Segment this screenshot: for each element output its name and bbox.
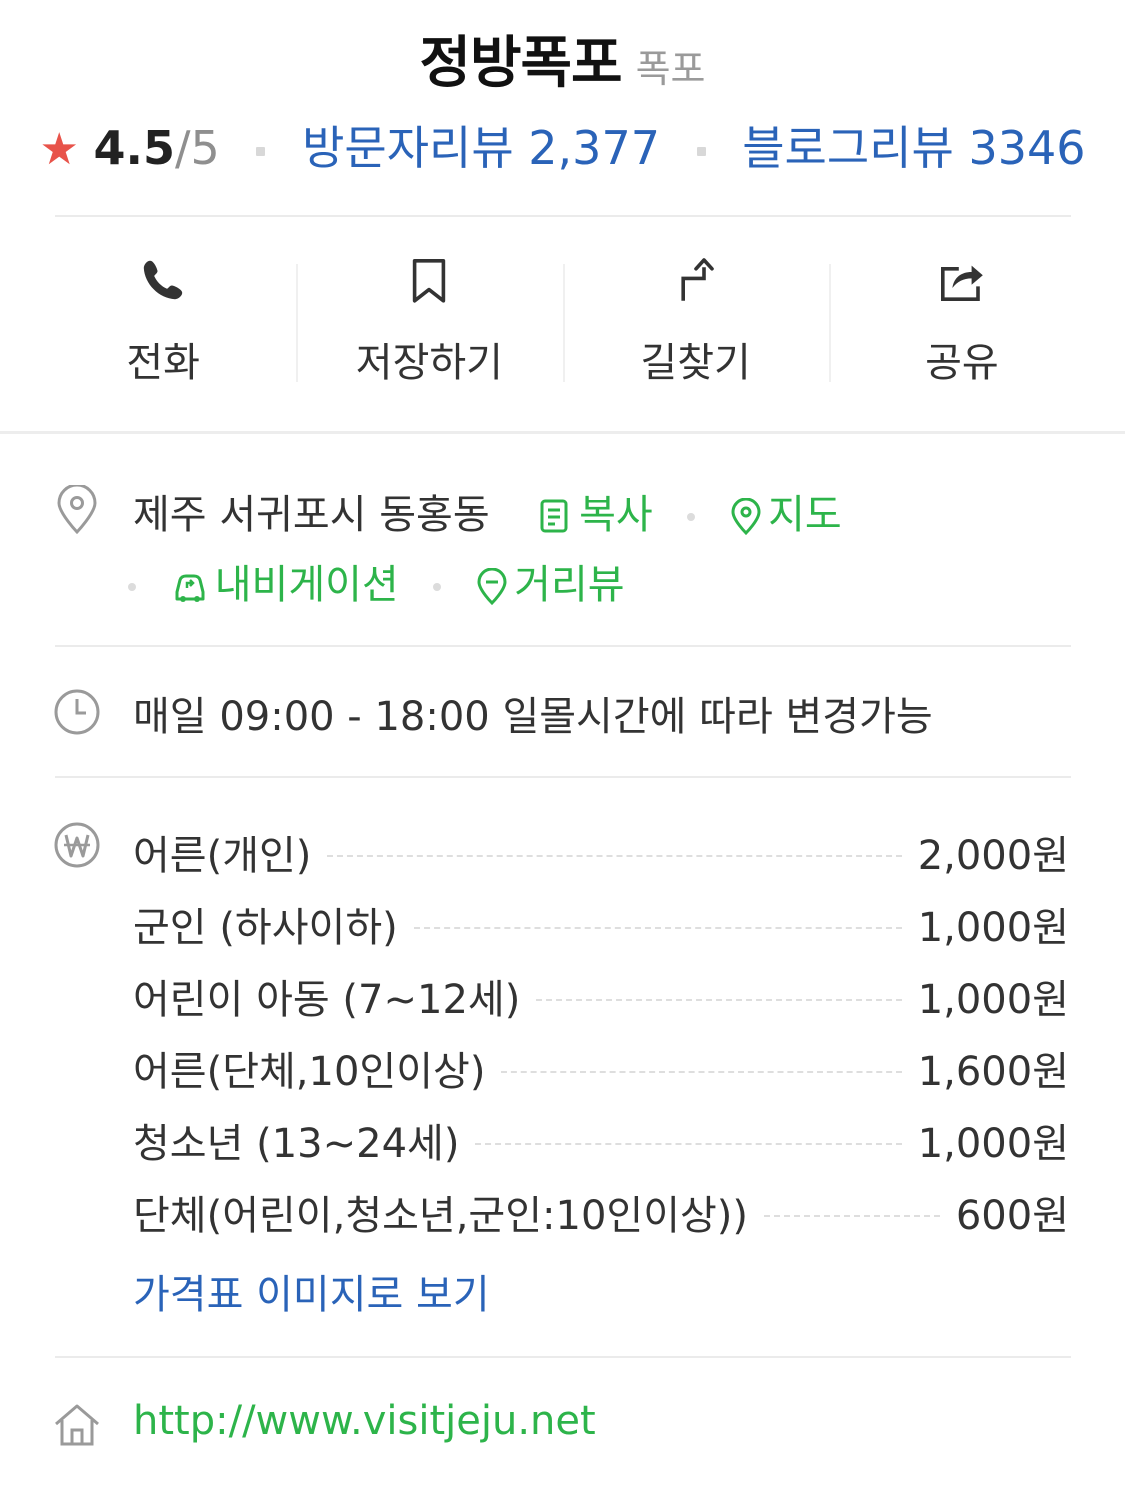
home-icon bbox=[55, 1404, 99, 1446]
blog-reviews-link[interactable]: 블로그리뷰 3346 bbox=[742, 121, 1085, 175]
separator-dot bbox=[433, 583, 442, 591]
price-row: 어른(단체,10인이상) 1,600원 bbox=[133, 1032, 1069, 1104]
dotted-leader bbox=[501, 1071, 902, 1073]
copy-icon bbox=[540, 499, 568, 533]
section-divider bbox=[0, 431, 1125, 434]
directions-button[interactable]: 길찾기 bbox=[562, 248, 829, 388]
street-view-label: 거리뷰 bbox=[514, 562, 625, 608]
map-label: 지도 bbox=[768, 492, 842, 538]
action-label: 저장하기 bbox=[355, 340, 503, 386]
car-icon bbox=[175, 574, 205, 602]
price-value: 2,000원 bbox=[917, 833, 1069, 879]
price-row: 단체(어린이,청소년,군인:10인이상)) 600원 bbox=[133, 1176, 1069, 1248]
price-name: 어른(단체,10인이상) bbox=[133, 1049, 486, 1095]
place-title: 정방폭포 bbox=[419, 31, 622, 96]
separator-dot bbox=[696, 147, 706, 156]
navigation-button[interactable]: 내비게이션 bbox=[171, 562, 412, 608]
price-name: 청소년 (13~24세) bbox=[133, 1121, 460, 1167]
price-row: 청소년 (13~24세) 1,000원 bbox=[133, 1104, 1069, 1176]
map-button[interactable]: 지도 bbox=[730, 492, 842, 538]
action-label: 길찾기 bbox=[640, 340, 751, 386]
price-name: 어린이 아동 (7~12세) bbox=[133, 977, 521, 1023]
price-value: 1,000원 bbox=[917, 977, 1069, 1023]
address-links-line: 내비게이션 거리뷰 bbox=[128, 552, 625, 610]
dotted-leader bbox=[764, 1215, 940, 1217]
phone-icon bbox=[143, 260, 183, 300]
street-view-button[interactable]: 거리뷰 bbox=[476, 562, 625, 608]
price-name: 단체(어린이,청소년,군인:10인이상)) bbox=[133, 1193, 749, 1239]
price-value: 600원 bbox=[955, 1193, 1069, 1239]
won-currency-icon bbox=[54, 822, 100, 868]
action-label: 전화 bbox=[126, 340, 200, 386]
separator-dot bbox=[256, 147, 266, 156]
dotted-leader bbox=[475, 1143, 902, 1145]
address-row: 제주 서귀포시 동홍동 복사 지도 내비게이션 거리뷰 bbox=[0, 480, 1125, 620]
price-name: 어른(개인) bbox=[133, 833, 312, 879]
hours-row: 매일 09:00 - 18:00 일몰시간에 따라 변경가능 bbox=[0, 680, 1125, 750]
directions-icon bbox=[681, 258, 714, 301]
address-text: 제주 서귀포시 동홍동 bbox=[133, 492, 490, 538]
dotted-leader bbox=[413, 927, 902, 929]
visitor-reviews-link[interactable]: 방문자리뷰 2,377 bbox=[302, 121, 660, 175]
rating-max: /5 bbox=[175, 121, 220, 175]
title-row: 정방폭포 폭포 bbox=[0, 18, 1125, 99]
price-image-link[interactable]: 가격표 이미지로 보기 bbox=[133, 1262, 490, 1320]
save-button[interactable]: 저장하기 bbox=[296, 248, 562, 388]
address-line: 제주 서귀포시 동홍동 복사 지도 bbox=[133, 482, 842, 540]
rating-row: ★ 4.5/5 방문자리뷰 2,377 블로그리뷰 3346 bbox=[0, 112, 1125, 178]
clock-icon bbox=[54, 689, 100, 735]
share-button[interactable]: 공유 bbox=[828, 248, 1095, 388]
divider bbox=[55, 215, 1071, 217]
separator-dot bbox=[128, 583, 136, 591]
location-pin-icon bbox=[57, 485, 97, 535]
price-value: 1,000원 bbox=[917, 905, 1069, 951]
share-icon bbox=[940, 265, 983, 301]
price-row: 군인 (하사이하) 1,000원 bbox=[133, 888, 1069, 960]
copy-label: 복사 bbox=[579, 492, 653, 538]
copy-address-button[interactable]: 복사 bbox=[539, 492, 665, 538]
dotted-leader bbox=[327, 855, 902, 857]
price-value: 1,000원 bbox=[917, 1121, 1069, 1167]
divider bbox=[55, 776, 1071, 778]
price-row: 어린이 아동 (7~12세) 1,000원 bbox=[133, 960, 1069, 1032]
call-button[interactable]: 전화 bbox=[30, 248, 296, 388]
hours-text: 매일 09:00 - 18:00 일몰시간에 따라 변경가능 bbox=[133, 694, 933, 740]
action-label: 공유 bbox=[925, 340, 999, 386]
price-name: 군인 (하사이하) bbox=[133, 905, 398, 951]
navigation-label: 내비게이션 bbox=[214, 562, 399, 608]
divider bbox=[55, 1356, 1071, 1358]
star-icon: ★ bbox=[39, 124, 79, 175]
price-value: 1,600원 bbox=[917, 1049, 1069, 1095]
place-category: 폭포 bbox=[635, 47, 706, 91]
action-bar: 전화 저장하기 길찾기 공유 bbox=[30, 248, 1095, 388]
separator-dot bbox=[687, 513, 696, 521]
price-list: 어른(개인) 2,000원 군인 (하사이하) 1,000원 어린이 아동 (7… bbox=[133, 816, 1069, 1248]
price-row: 어른(개인) 2,000원 bbox=[133, 816, 1069, 888]
street-view-icon bbox=[477, 568, 507, 606]
dotted-leader bbox=[536, 999, 902, 1001]
bookmark-icon bbox=[413, 259, 446, 303]
rating-score: 4.5 bbox=[93, 121, 176, 175]
divider bbox=[55, 645, 1071, 647]
map-pin-icon bbox=[731, 498, 761, 536]
homepage-link[interactable]: http://www.visitjeju.net bbox=[133, 1398, 596, 1444]
